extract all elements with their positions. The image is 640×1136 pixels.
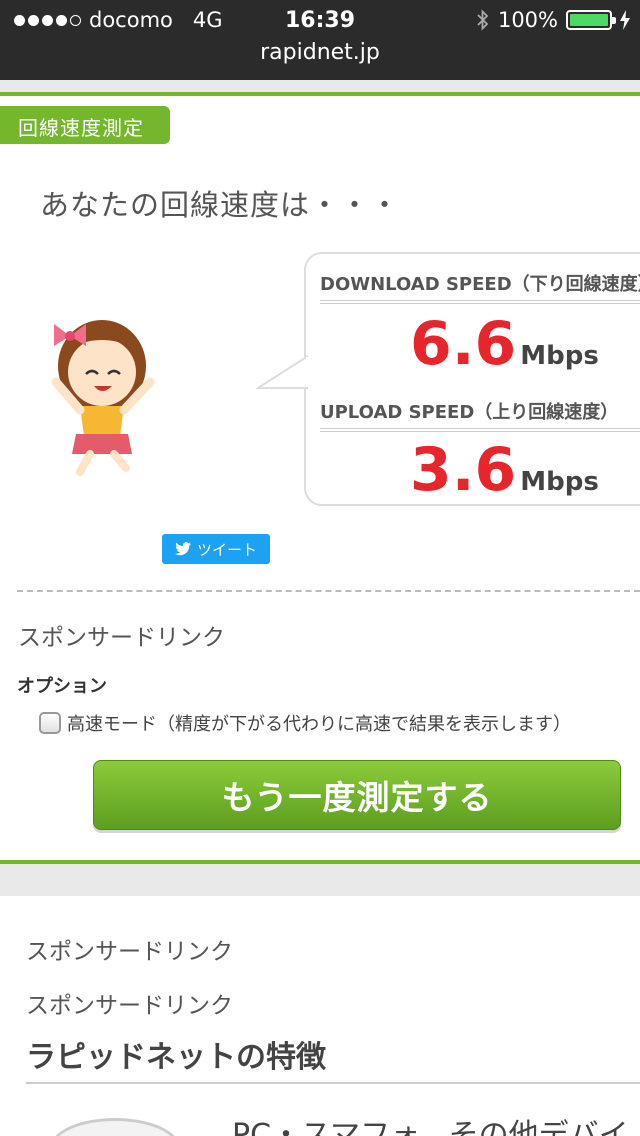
bluetooth-icon bbox=[477, 9, 489, 31]
features-heading: ラピッドネットの特徴 bbox=[26, 1032, 640, 1084]
sponsored-links-label-2: スポンサードリンク bbox=[26, 939, 233, 965]
browser-top-bar: docomo 4G 16:39 100% rapidnet.jp bbox=[0, 0, 640, 80]
download-speed-number: 6.6 bbox=[410, 309, 517, 379]
fast-mode-option[interactable]: 高速モード（精度が下がる代わりに高速で結果を表示します） bbox=[39, 710, 571, 736]
remeasure-button[interactable]: もう一度測定する bbox=[93, 760, 621, 830]
lower-section: スポンサードリンク スポンサードリンク ラピッドネットの特徴 PC・スマフォ、そ… bbox=[0, 896, 640, 1136]
status-right: 100% bbox=[476, 8, 630, 32]
speed-test-card: 回線速度測定 あなたの回線速度は・・・ DOWNLOAD SPEED（下り回線速… bbox=[0, 92, 640, 864]
result-headline: あなたの回線速度は・・・ bbox=[40, 188, 401, 222]
battery-percent: 100% bbox=[497, 8, 558, 32]
battery-level bbox=[570, 14, 608, 26]
upload-speed-value: 3.6 Mbps bbox=[410, 440, 599, 512]
upload-speed-label: UPLOAD SPEED（上り回線速度） bbox=[320, 398, 640, 432]
section-tag: 回線速度測定 bbox=[0, 106, 170, 144]
download-speed-unit: Mbps bbox=[520, 341, 599, 371]
sponsored-links-label-3: スポンサードリンク bbox=[26, 993, 233, 1019]
fast-mode-label: 高速モード（精度が下がる代わりに高速で結果を表示します） bbox=[67, 714, 571, 735]
tweet-button[interactable]: ツイート bbox=[162, 534, 270, 564]
charging-icon bbox=[620, 10, 630, 30]
bubble-tail bbox=[256, 355, 310, 389]
download-speed-value: 6.6 Mbps bbox=[410, 314, 599, 386]
fast-mode-checkbox[interactable] bbox=[39, 712, 61, 734]
mascot-girl-image bbox=[51, 320, 155, 476]
battery-icon bbox=[566, 10, 616, 30]
device-icon bbox=[50, 1118, 180, 1136]
upload-speed-unit: Mbps bbox=[520, 467, 599, 497]
speed-result-bubble: DOWNLOAD SPEED（下り回線速度） 6.6 Mbps UPLOAD SP… bbox=[256, 252, 640, 506]
status-bar: docomo 4G 16:39 100% bbox=[0, 6, 640, 36]
tweet-label: ツイート bbox=[196, 540, 257, 559]
options-title: オプション bbox=[17, 676, 107, 697]
dashed-divider bbox=[17, 590, 640, 592]
download-speed-label: DOWNLOAD SPEED（下り回線速度） bbox=[320, 270, 640, 304]
sponsored-links-label: スポンサードリンク bbox=[18, 625, 225, 651]
upload-speed-number: 3.6 bbox=[410, 435, 517, 505]
twitter-bird-icon bbox=[174, 542, 191, 556]
feature-text: PC・スマフォ、その他デバイ bbox=[232, 1118, 629, 1136]
address-bar[interactable]: rapidnet.jp bbox=[0, 40, 640, 65]
